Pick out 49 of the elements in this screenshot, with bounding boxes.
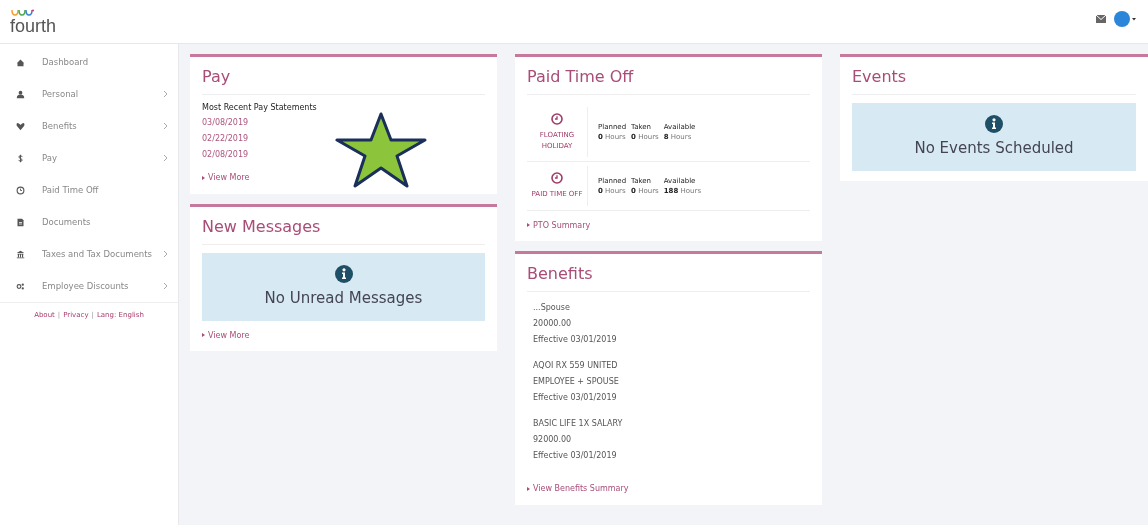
card-title: Paid Time Off <box>527 67 810 96</box>
sidebar-item[interactable]: Benefits <box>0 110 178 142</box>
statement-link[interactable]: 02/22/2019 <box>202 131 485 148</box>
mail-icon[interactable] <box>1096 15 1106 23</box>
clock-icon <box>551 113 563 126</box>
logo-text: fourth <box>10 17 57 35</box>
sidebar-item[interactable]: Dashboard <box>0 46 178 78</box>
view-link[interactable]: View Benefits Summary <box>527 484 629 494</box>
card-title: Benefits <box>527 264 810 293</box>
benefit-line: 20000.00 <box>533 318 573 331</box>
view-link[interactable]: PTO Summary <box>527 220 591 230</box>
benefit-line: BASIC LIFE 1X SALARY <box>533 418 624 431</box>
card-title: Pay <box>202 67 485 96</box>
statement-link[interactable]: 02/08/2019 <box>202 147 485 164</box>
benefit-line: Effective 03/01/2019 <box>533 392 618 405</box>
heart-icon <box>16 121 25 131</box>
benefit-line: Effective 03/01/2019 <box>533 334 618 347</box>
bank-icon <box>16 249 25 259</box>
info-icon <box>334 264 353 283</box>
sidebar-item[interactable]: Documents <box>0 206 178 238</box>
gears-icon <box>16 281 25 291</box>
benefit-line: EMPLOYEE + SPOUSE <box>533 376 620 389</box>
info-icon <box>985 115 1003 134</box>
sidebar-item[interactable]: Employee Discounts <box>0 270 178 302</box>
home-icon <box>16 57 25 67</box>
person-icon <box>16 89 25 99</box>
notice-text: No Unread Messages <box>264 288 423 307</box>
logo-icon <box>10 9 34 17</box>
section-label: Most Recent Pay Statements <box>202 103 318 113</box>
benefit-line: ...Spouse <box>533 302 571 315</box>
benefit-line: 92000.00 <box>533 434 573 447</box>
card-title: Events <box>852 67 1136 96</box>
notice-text: No Events Scheduled <box>914 139 1074 158</box>
sidebar-item[interactable]: Paid Time Off <box>0 174 178 206</box>
statement-link[interactable]: 03/08/2019 <box>202 115 485 132</box>
sidebar-item[interactable]: Personal <box>0 78 178 110</box>
card-title: New Messages <box>202 216 485 245</box>
document-icon <box>16 217 25 227</box>
view-link[interactable]: View More <box>202 173 250 183</box>
star-icon <box>335 112 427 188</box>
avatar-dropdown[interactable] <box>1114 11 1136 27</box>
benefit-line: AQOI RX 559 UNITED <box>533 360 619 373</box>
benefit-line: Effective 03/01/2019 <box>533 450 618 463</box>
sidebar-item[interactable]: Pay <box>0 142 178 174</box>
clock-icon <box>16 185 25 195</box>
view-link[interactable]: View More <box>202 330 250 340</box>
clock-icon <box>551 172 563 185</box>
sidebar-item[interactable]: Taxes and Tax Documents <box>0 238 178 270</box>
dollar-icon <box>16 153 25 163</box>
